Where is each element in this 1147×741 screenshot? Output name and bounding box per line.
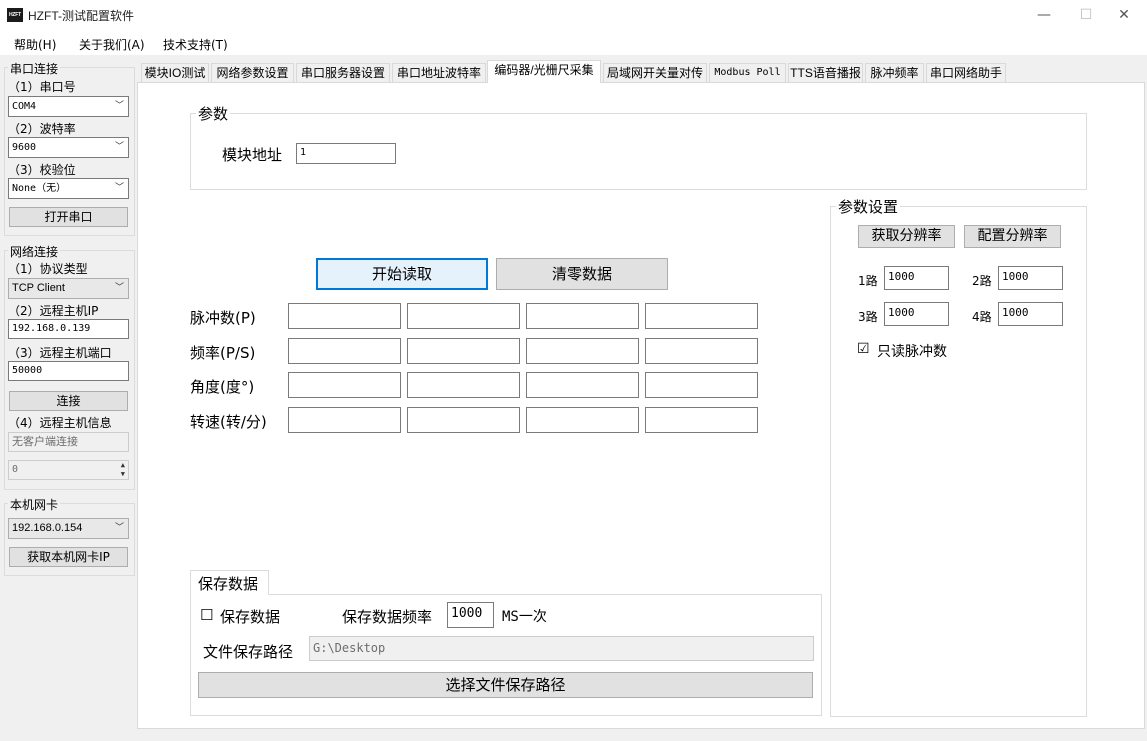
baud-label: （2）波特率 — [8, 122, 76, 136]
speed-cell-4[interactable] — [645, 407, 758, 433]
client-count-spinner[interactable]: 0 ▲ ▼ — [8, 460, 129, 480]
pulse-cell-1[interactable] — [288, 303, 401, 329]
settings-group-title: 参数设置 — [836, 196, 901, 217]
freq-cell-2[interactable] — [407, 338, 520, 364]
get-nic-ip-button[interactable]: 获取本机网卡IP — [9, 547, 128, 567]
remote-ip-label: （2）远程主机IP — [8, 304, 99, 318]
pulse-cell-4[interactable] — [645, 303, 758, 329]
get-resolution-button[interactable]: 获取分辨率 — [858, 225, 955, 248]
parity-value: None（无） — [12, 183, 67, 194]
nic-select[interactable]: 192.168.0.154 ﹀ — [8, 518, 129, 539]
remote-info-label: （4）远程主机信息 — [8, 416, 112, 430]
clear-data-button[interactable]: 清零数据 — [496, 258, 668, 290]
chevron-down-icon: ﹀ — [114, 283, 124, 293]
tab-modbus-poll[interactable]: Modbus Poll — [709, 63, 786, 82]
set-resolution-button[interactable]: 配置分辨率 — [964, 225, 1061, 248]
angle-cell-3[interactable] — [526, 372, 639, 398]
tab-serial-server[interactable]: 串口服务器设置 — [296, 63, 390, 82]
angle-cell-1[interactable] — [288, 372, 401, 398]
tab-serial-address-baud[interactable]: 串口地址波特率 — [392, 63, 486, 82]
protocol-value: TCP Client — [12, 282, 65, 294]
chevron-down-icon: ﹀ — [114, 142, 124, 152]
save-freq-unit: MS一次 — [502, 609, 547, 625]
save-group-title: 保存数据 — [198, 575, 259, 593]
save-freq-label: 保存数据频率 — [342, 608, 433, 626]
readonly-pulse-checkbox[interactable]: ☑ — [857, 341, 870, 357]
chevron-down-icon: ﹀ — [114, 183, 124, 193]
save-data-label: 保存数据 — [220, 608, 281, 626]
freq-cell-3[interactable] — [526, 338, 639, 364]
menu-help[interactable]: 帮助(H) — [14, 36, 56, 53]
readonly-pulse-label: 只读脉冲数 — [877, 344, 947, 360]
menu-support[interactable]: 技术支持(T) — [163, 36, 228, 53]
parity-select[interactable]: None（无） ﹀ — [8, 178, 129, 199]
serial-port-label: （1）串口号 — [8, 80, 76, 94]
serial-group-title: 串口连接 — [8, 60, 61, 77]
row-label-frequency: 频率(P/S) — [190, 344, 256, 362]
pulse-cell-3[interactable] — [526, 303, 639, 329]
chevron-down-icon: ﹀ — [114, 101, 124, 111]
nic-group-title: 本机网卡 — [8, 496, 61, 513]
network-group-title: 网络连接 — [8, 243, 61, 260]
save-freq-input[interactable]: 1000 — [447, 602, 494, 628]
tab-lan-switch[interactable]: 局域网开关量对传 — [603, 63, 707, 82]
app-logo: HZFT — [7, 8, 23, 22]
tab-network-params[interactable]: 网络参数设置 — [211, 63, 294, 82]
speed-cell-2[interactable] — [407, 407, 520, 433]
channel4-label: 4路 — [972, 310, 992, 324]
speed-cell-3[interactable] — [526, 407, 639, 433]
minimize-icon[interactable]: — — [1021, 0, 1067, 30]
channel1-label: 1路 — [858, 274, 878, 288]
client-count-value: 0 — [12, 464, 19, 475]
choose-save-path-button[interactable]: 选择文件保存路径 — [198, 672, 813, 698]
start-read-button[interactable]: 开始读取 — [316, 258, 488, 290]
row-label-speed: 转速(转/分) — [190, 413, 267, 431]
angle-cell-2[interactable] — [407, 372, 520, 398]
pulse-cell-2[interactable] — [407, 303, 520, 329]
freq-cell-1[interactable] — [288, 338, 401, 364]
serial-port-select[interactable]: COM4 ﹀ — [8, 96, 129, 117]
params-group-title: 参数 — [196, 103, 231, 124]
tab-pulse-freq[interactable]: 脉冲频率 — [865, 63, 924, 82]
row-label-pulse: 脉冲数(P) — [190, 309, 256, 327]
channel3-label: 3路 — [858, 310, 878, 324]
close-icon[interactable]: ✕ — [1101, 0, 1147, 30]
connect-button[interactable]: 连接 — [9, 391, 128, 411]
tab-encoder[interactable]: 编码器/光栅尺采集 — [487, 60, 601, 83]
baud-select[interactable]: 9600 ﹀ — [8, 137, 129, 158]
tab-tts[interactable]: TTS语音播报 — [788, 63, 863, 82]
angle-cell-4[interactable] — [645, 372, 758, 398]
row-label-angle: 角度(度°) — [190, 378, 255, 396]
menu-about[interactable]: 关于我们(A) — [79, 36, 145, 53]
spin-arrows-icon[interactable]: ▲ ▼ — [121, 461, 125, 479]
window-title: HZFT-测试配置软件 — [28, 9, 134, 23]
channel3-input[interactable]: 1000 — [884, 302, 949, 326]
save-path-field: G:\Desktop — [309, 636, 814, 661]
tab-module-io[interactable]: 模块IO测试 — [141, 63, 209, 82]
save-data-checkbox[interactable]: ☐ — [200, 606, 213, 624]
serial-port-value: COM4 — [12, 101, 37, 112]
speed-cell-1[interactable] — [288, 407, 401, 433]
channel4-input[interactable]: 1000 — [998, 302, 1063, 326]
freq-cell-4[interactable] — [645, 338, 758, 364]
nic-value: 192.168.0.154 — [12, 522, 83, 534]
chevron-down-icon: ﹀ — [114, 523, 124, 533]
channel1-input[interactable]: 1000 — [884, 266, 949, 290]
tab-serial-net-assistant[interactable]: 串口网络助手 — [926, 63, 1006, 82]
module-address-input[interactable]: 1 — [296, 143, 396, 164]
baud-value: 9600 — [12, 142, 37, 153]
title-bar: HZFT HZFT-测试配置软件 — ☐ ✕ — [0, 0, 1147, 30]
channel2-input[interactable]: 1000 — [998, 266, 1063, 290]
protocol-label: （1）协议类型 — [8, 262, 88, 276]
remote-port-label: （3）远程主机端口 — [8, 346, 112, 360]
remote-port-input[interactable]: 50000 — [8, 361, 129, 381]
remote-ip-input[interactable]: 192.168.0.139 — [8, 319, 129, 339]
channel2-label: 2路 — [972, 274, 992, 288]
remote-info-field: 无客户端连接 — [8, 432, 129, 452]
open-serial-button[interactable]: 打开串口 — [9, 207, 128, 227]
save-path-label: 文件保存路径 — [203, 643, 294, 661]
parity-label: （3）校验位 — [8, 163, 76, 177]
protocol-select[interactable]: TCP Client ﹀ — [8, 278, 129, 299]
module-address-label: 模块地址 — [222, 146, 283, 164]
